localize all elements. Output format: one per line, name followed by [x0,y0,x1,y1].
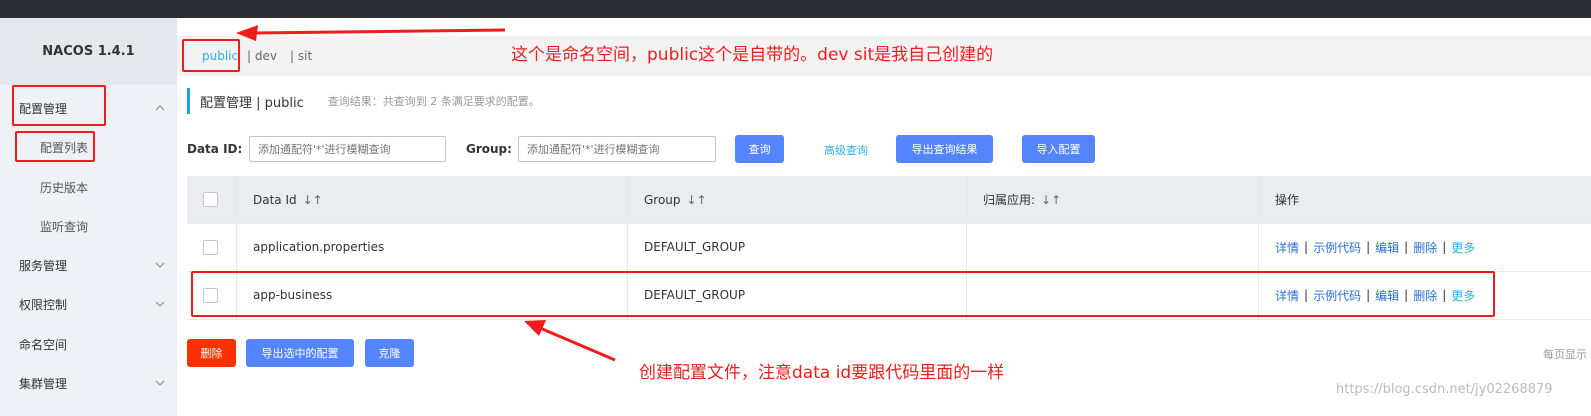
watermark: https://blog.csdn.net/jy02268879 [1336,382,1553,397]
annotation-top: 这个是命名空间，public这个是自带的。dev sit是我自己创建的 [511,45,994,65]
annotation-bottom: 创建配置文件，注意data id要跟代码里面的一样 [639,363,1005,383]
